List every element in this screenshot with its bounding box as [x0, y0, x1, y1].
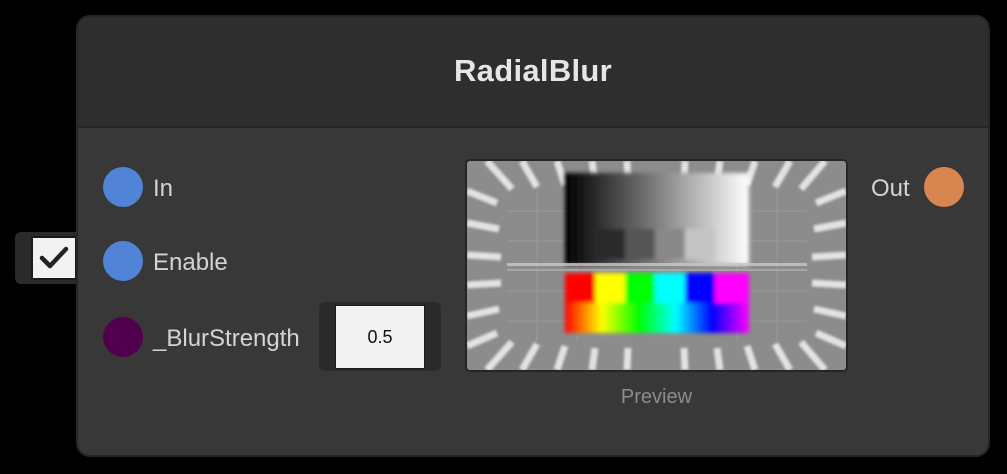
preview-caption: Preview — [620, 386, 693, 408]
enable-checkbox[interactable] — [31, 236, 77, 280]
preview-image — [465, 159, 848, 372]
node-header[interactable]: RadialBlur — [78, 17, 988, 128]
input-label-blur-strength: _BlurStrength — [153, 325, 300, 352]
checkmark-icon — [39, 246, 69, 269]
output-port-out[interactable] — [924, 167, 964, 207]
input-label-in: In — [153, 175, 174, 202]
input-label-enable: Enable — [153, 249, 228, 276]
output-label-out: Out — [871, 175, 910, 202]
blur-strength-input[interactable] — [335, 305, 425, 369]
input-port-enable[interactable] — [103, 241, 143, 281]
test-pattern-image — [467, 161, 846, 370]
input-port-blur-strength[interactable] — [103, 317, 143, 357]
input-port-in[interactable] — [103, 167, 143, 207]
node-title: RadialBlur — [453, 52, 613, 88]
